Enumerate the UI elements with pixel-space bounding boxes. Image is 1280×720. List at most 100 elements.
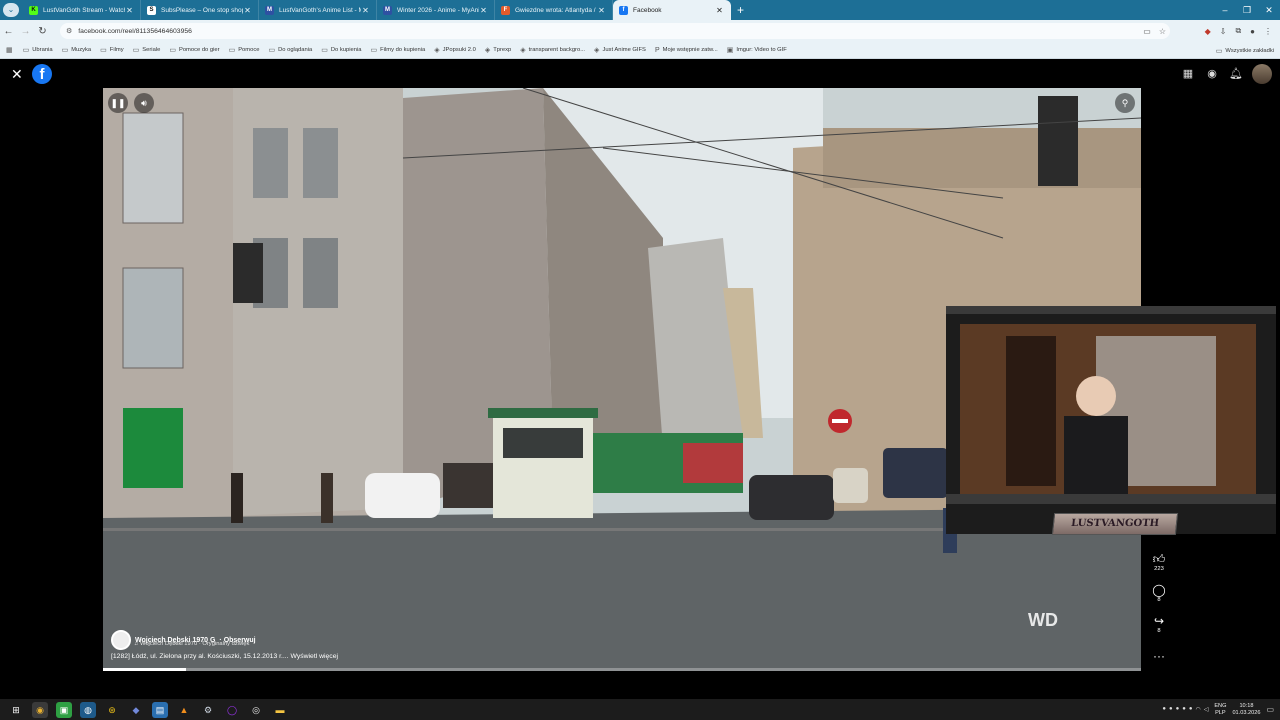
browser-tab[interactable]: K LustVanGoth Stream - Watch Li ✕ [23, 0, 141, 20]
clock[interactable]: 10:18 01.03.2026 [1232, 703, 1260, 717]
apps-icon[interactable]: ▦ [6, 46, 13, 54]
url-text[interactable]: facebook.com/reel/811356464603956 [78, 28, 192, 35]
progress-bar[interactable] [103, 668, 1141, 671]
obs-icon[interactable]: ◎ [248, 702, 264, 718]
author-avatar[interactable] [111, 630, 131, 650]
browser-icon[interactable]: ◍ [80, 701, 96, 718]
tab-favicon-icon: S [147, 5, 156, 15]
like-icon[interactable]: 👍︎ [1153, 552, 1166, 566]
browser-tab[interactable]: S SubsPlease – One stop shop for✕ [141, 0, 259, 20]
site-icon: ◈ [484, 47, 491, 54]
notifications-icon[interactable]: 🔔︎ [1228, 66, 1244, 82]
facebook-logo[interactable]: f [32, 64, 52, 84]
windows-start-icon[interactable]: ⊞ [8, 702, 24, 718]
tab-close-icon[interactable]: ✕ [125, 6, 134, 15]
clock-time: 10:18 [1239, 702, 1254, 709]
close-window-icon[interactable]: ✕ [1258, 0, 1280, 20]
bookmark-item[interactable]: ◈ transparent backgro... [520, 46, 585, 54]
comment-icon[interactable]: ◯ [1152, 583, 1165, 597]
close-reel-icon[interactable]: ✕ [11, 66, 23, 83]
bookmark-item[interactable]: ◈ JPopsuki 2.0 [434, 46, 476, 54]
bookmark-item[interactable]: ▣ Imgur: Video to GIF [727, 46, 787, 54]
browser-tab[interactable]: M Winter 2026 - Anime - MyAnime✕ [377, 0, 495, 20]
bookmark-label: Do kupienia [330, 47, 362, 53]
site-info-icon[interactable]: ⚙ [66, 27, 72, 35]
tab-close-icon[interactable]: ✕ [243, 6, 252, 15]
new-tab-button[interactable]: + [737, 3, 744, 17]
browser-tab[interactable]: F Gwiezdne wrota: Atlantyda / St ✕ [495, 0, 613, 20]
tab-close-icon[interactable]: ✕ [361, 6, 370, 15]
wifi-icon[interactable]: ◠ [1195, 706, 1200, 713]
tab-title: LustVanGoth's Anime List - My [279, 6, 361, 14]
app-icon[interactable]: ⊛ [104, 702, 120, 718]
volume-icon[interactable]: 🔊︎ [134, 93, 154, 113]
discord-icon[interactable]: ◆ [128, 702, 144, 718]
browser-tab[interactable]: M LustVanGoth's Anime List - My ✕ [259, 0, 377, 20]
tray-app-icon[interactable]: ● [1176, 706, 1180, 713]
minimize-icon[interactable]: – [1214, 0, 1236, 20]
keyboard-layout: PLP [1215, 709, 1226, 716]
bookmark-item[interactable]: ▭ Do kupienia [321, 46, 361, 54]
avatar[interactable] [1252, 64, 1272, 84]
bookmark-item[interactable]: ▭ Do oglądania [268, 46, 312, 54]
cast-icon[interactable]: ▭ [1143, 27, 1151, 36]
author-row: Wojciech Dębski 1970 G · Obserwuj [111, 630, 256, 650]
share-icon[interactable]: ↪ [1154, 614, 1164, 628]
extensions-icon[interactable]: ⧉ [1235, 26, 1241, 36]
downloads-icon[interactable]: ⇩ [1220, 27, 1227, 36]
bookmark-item[interactable]: ▭ Pomoce do gier [169, 46, 219, 54]
comment-count: 8 [1157, 597, 1161, 603]
bookmark-item[interactable]: ◈ Tprexp [485, 46, 511, 54]
maximize-icon[interactable]: ❐ [1236, 0, 1258, 20]
tab-favicon-icon: M [265, 5, 274, 15]
bookmark-label: Tprexp [493, 47, 512, 53]
search-icon[interactable]: ⚲ [1115, 93, 1135, 113]
tab-favicon-icon: K [29, 5, 38, 15]
steam-icon[interactable]: ⚙ [200, 702, 216, 718]
tray-icons[interactable]: ● ● ● ● ● ◠ ◁ [1162, 706, 1208, 713]
chrome-icon[interactable]: ◉ [32, 701, 48, 718]
tab-close-icon[interactable]: ✕ [715, 6, 724, 15]
speaker-icon[interactable]: ◁ [1204, 706, 1209, 713]
bookmark-star-icon[interactable]: ☆ [1159, 27, 1166, 36]
profile-icon[interactable]: ● [1250, 27, 1255, 36]
bookmark-item[interactable]: ▭ Filmy [100, 46, 123, 54]
bookmark-item[interactable]: ◈ Just Anime GIFS [594, 46, 646, 54]
app-icon[interactable]: ▤ [152, 701, 168, 718]
audio-attribution[interactable]: ♫ Wojciech Dębski 1970 · Oryginalny dźwi… [134, 641, 249, 647]
address-bar[interactable]: ⚙ facebook.com/reel/811356464603956 ▭ ☆ [60, 23, 1170, 39]
app-icon[interactable]: ▣ [56, 701, 72, 718]
notifications-icon[interactable]: ▭ [1266, 705, 1274, 714]
reload-icon[interactable]: ↻ [34, 26, 51, 37]
messenger-icon[interactable]: ◉ [1204, 66, 1220, 82]
language-indicator[interactable]: ENG PLP [1214, 703, 1226, 717]
pause-icon[interactable]: ❚❚ [108, 93, 128, 113]
back-icon[interactable]: ← [0, 26, 17, 37]
browser-tab[interactable]: f Facebook ✕ [613, 0, 731, 20]
tray-app-icon[interactable]: ● [1162, 706, 1166, 713]
tray-app-icon[interactable]: ● [1182, 706, 1186, 713]
vlc-icon[interactable]: ▲ [176, 702, 192, 718]
tray-app-icon[interactable]: ● [1169, 706, 1173, 713]
screen: ⌄ K LustVanGoth Stream - Watch Li ✕ S SubsPl… [0, 0, 1280, 720]
tab-close-icon[interactable]: ✕ [597, 6, 606, 15]
forward-icon[interactable]: → [17, 26, 34, 37]
bookmark-item[interactable]: ▭ Filmy do kupienia [371, 46, 426, 54]
extension-icon[interactable]: ◆ [1205, 27, 1211, 36]
bookmark-item[interactable]: ▭ Ubrania [23, 46, 53, 54]
bookmark-item[interactable]: ▭ Pomoce [229, 46, 260, 54]
bookmark-item[interactable]: P Moje wstępnie zatw... [655, 47, 718, 54]
tab-close-icon[interactable]: ✕ [479, 6, 488, 15]
menu-grid-icon[interactable]: ▦ [1180, 66, 1196, 82]
app-icon[interactable]: ◯ [224, 702, 240, 718]
more-options-icon[interactable]: ··· [1153, 649, 1165, 663]
all-bookmarks[interactable]: ▭ Wszystkie zakładki [1216, 42, 1274, 59]
menu-icon[interactable]: ⋮ [1264, 27, 1272, 36]
tray-app-icon[interactable]: ● [1189, 706, 1193, 713]
reel-caption[interactable]: [1282] Łódź, ul. Zielona przy al. Kościu… [111, 653, 338, 660]
tab-search-icon[interactable]: ⌄ [3, 3, 19, 17]
site-icon: ◈ [594, 47, 600, 54]
file-explorer-icon[interactable]: ▬ [272, 702, 288, 718]
bookmark-item[interactable]: ▭ Seriale [133, 46, 161, 54]
bookmark-item[interactable]: ▭ Muzyka [62, 46, 92, 54]
